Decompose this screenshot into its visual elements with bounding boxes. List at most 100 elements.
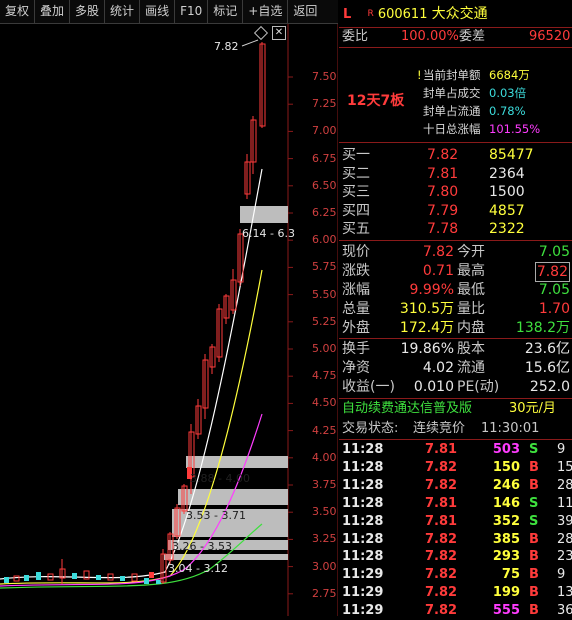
tick-row: 11:28 7.82 293 B 23 xyxy=(339,548,572,566)
bid-label: 买三 xyxy=(342,184,370,200)
bid-volume: 1500 xyxy=(489,184,525,200)
quote-value: 7.82 xyxy=(422,244,454,260)
quote-value: 172.4万 xyxy=(399,320,454,336)
bid-price: 7.78 xyxy=(427,221,459,237)
tick-side: B xyxy=(529,567,539,583)
tick-count: 36 xyxy=(557,603,572,619)
subscription-ad[interactable]: 自动续费通达信普及版 30元/月 xyxy=(339,400,572,418)
tick-price: 7.81 xyxy=(425,513,458,529)
price-tick-label: 4.75 xyxy=(312,369,337,383)
kline-chart[interactable]: 7.50 7.25 7.00 6.75 6.50 6.25 6.00 5.75 5.50 5.25… xyxy=(0,24,338,616)
quote-row: 涨幅 9.99% 最低 7.05 xyxy=(339,281,572,299)
tick-price: 7.82 xyxy=(425,531,458,547)
draw-line-button[interactable]: 画线 xyxy=(140,0,176,23)
chip-label: 3.53 - 3.71 xyxy=(186,509,246,522)
bid-volume: 2322 xyxy=(489,221,525,237)
tick-row: 11:28 7.81 503 S 9 xyxy=(339,441,572,459)
price-tick-label: 3.00 xyxy=(312,559,337,573)
price-tick-label: 3.75 xyxy=(312,478,337,491)
bid-price: 7.80 xyxy=(427,184,459,200)
tick-volume: 150 xyxy=(492,459,520,475)
quote-value: 310.5万 xyxy=(399,301,454,317)
price-tick-label: 7.50 xyxy=(312,70,337,83)
price-tick-label: 4.00 xyxy=(312,450,337,464)
high-marker-arrow xyxy=(241,39,259,47)
quote-value: 7.05 xyxy=(538,244,570,260)
bid-price: 7.82 xyxy=(427,147,459,163)
bid-label: 买一 xyxy=(342,147,370,163)
bid-row[interactable]: 买一 7.82 85477 xyxy=(339,146,572,164)
quote-label: 涨跌 xyxy=(342,263,370,279)
tick-time: 11:28 xyxy=(342,442,384,457)
fund-value: 0.010 xyxy=(413,379,454,395)
tick-volume: 352 xyxy=(492,513,520,529)
price-tick-label: 6.75 xyxy=(312,151,337,165)
filled-candle xyxy=(149,572,154,578)
quote-value: 7.05 xyxy=(538,282,570,298)
weibi-value: 100.00% xyxy=(401,29,459,44)
tick-price: 7.82 xyxy=(425,603,458,619)
bid-label: 买二 xyxy=(342,165,370,182)
tick-time: 11:29 xyxy=(342,567,384,583)
stock-header: L R 600611 大众交通 xyxy=(339,4,572,24)
quote-row: 现价 7.82 今开 7.05 xyxy=(339,243,572,261)
bid-row[interactable]: 买三 7.80 1500 xyxy=(339,183,572,201)
quote-value: 138.2万 xyxy=(515,320,570,336)
tick-row: 11:29 7.82 199 B 13 xyxy=(339,584,572,602)
price-tick-label: 3.25 xyxy=(312,532,337,546)
price-ticks xyxy=(288,76,293,595)
multi-stock-button[interactable]: 多股 xyxy=(70,0,106,23)
quote-label: 最高 xyxy=(457,263,485,279)
quote-label: 总量 xyxy=(342,301,370,317)
tick-price: 7.82 xyxy=(425,477,458,493)
chip-bar xyxy=(240,206,288,223)
tick-time: 11:28 xyxy=(342,513,384,529)
price-tick-label: 5.00 xyxy=(312,342,337,355)
overlay-button[interactable]: 叠加 xyxy=(35,0,71,23)
fundamental-row: 净资 4.02 流通 15.6亿 xyxy=(339,359,572,377)
bid-label: 买五 xyxy=(342,221,370,237)
bid-row[interactable]: 买二 7.81 2364 xyxy=(339,165,572,183)
fund-value: 15.6亿 xyxy=(524,360,570,376)
quote-label: 最低 xyxy=(457,282,485,298)
early-candles xyxy=(4,559,161,584)
tick-side: B xyxy=(529,585,539,601)
tick-time: 11:28 xyxy=(342,459,384,475)
bid-row[interactable]: 买四 7.79 4857 xyxy=(339,202,572,220)
tick-count: 9 xyxy=(557,567,566,583)
stats-button[interactable]: 统计 xyxy=(105,0,141,23)
price-tick-label: 6.00 xyxy=(312,233,337,247)
bid-row[interactable]: 买五 7.78 2322 xyxy=(339,220,572,238)
bid-volume: 2364 xyxy=(489,165,525,182)
tick-time: 11:28 xyxy=(342,495,384,511)
price-tick-label: 5.25 xyxy=(312,314,337,328)
back-button[interactable]: 返回 xyxy=(288,0,322,23)
fund-value: 252.0 xyxy=(529,379,570,395)
tick-side: B xyxy=(529,531,539,547)
weibi-row: 委比 100.00% 委差 96520 xyxy=(342,29,571,44)
tick-time: 11:28 xyxy=(342,531,384,547)
price-tick-label: 7.00 xyxy=(312,124,337,138)
tick-row: 11:29 7.82 75 B 9 xyxy=(339,566,572,584)
f10-button[interactable]: F10 xyxy=(175,0,209,23)
quote-row: 涨跌 0.71 最高 7.82 xyxy=(339,262,572,282)
tick-volume: 146 xyxy=(492,495,520,511)
fuquan-button[interactable]: 复权 xyxy=(0,0,36,23)
bid-price: 7.79 xyxy=(427,202,459,219)
bid-label: 买四 xyxy=(342,202,370,219)
tick-count: 28 xyxy=(557,477,572,493)
price-tick-label: 6.50 xyxy=(312,178,337,192)
tick-row: 11:29 7.82 555 B 36 xyxy=(339,602,572,620)
tick-count: 11 xyxy=(557,495,572,511)
stock-name: 大众交通 xyxy=(431,6,488,22)
r-flag: R xyxy=(367,9,374,19)
quote-row: 外盘 172.4万 内盘 138.2万 xyxy=(339,319,572,337)
tick-count: 13 xyxy=(557,585,572,601)
chip-label: 3.04 - 3.12 xyxy=(168,562,228,575)
mark-button[interactable]: 标记 xyxy=(208,0,244,23)
bid-price: 7.81 xyxy=(427,165,459,182)
quote-label: 量比 xyxy=(457,301,485,317)
add-watchlist-button[interactable]: +自选 xyxy=(243,0,289,23)
fund-label: 收益(一) xyxy=(342,379,395,395)
weicha-value: 96520 xyxy=(529,29,571,44)
